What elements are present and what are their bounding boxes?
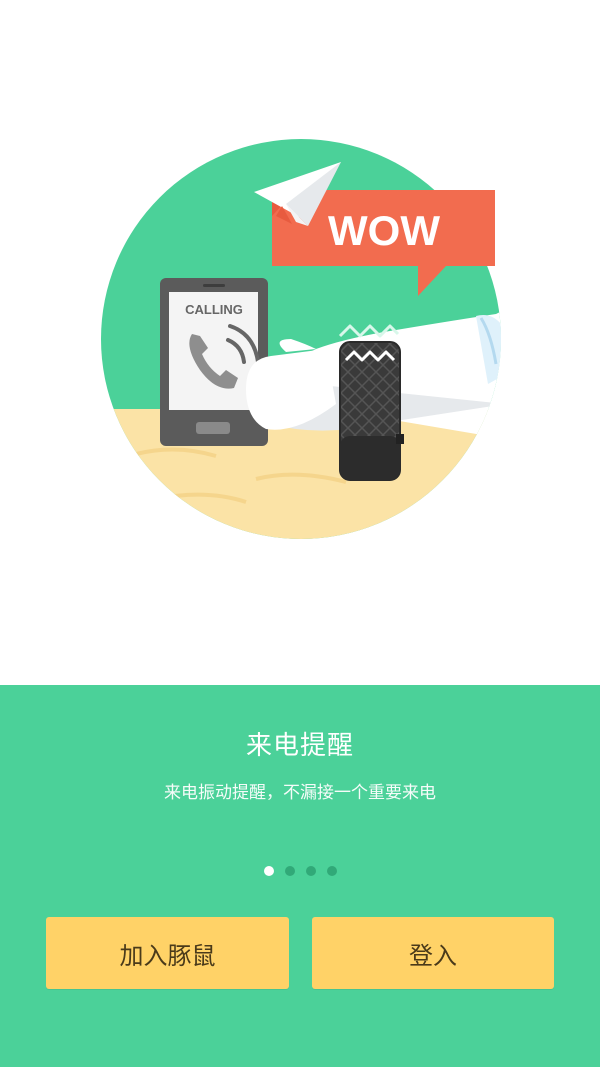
feature-description: 来电振动提醒，不漏接一个重要来电 xyxy=(164,783,436,803)
join-button[interactable]: 加入豚鼠 xyxy=(46,917,289,989)
wow-text: WOW xyxy=(328,207,440,254)
page-indicator[interactable] xyxy=(0,866,600,876)
wristband-graphic xyxy=(338,324,404,481)
phone-graphic: CALLING xyxy=(160,278,268,446)
page-dot-1[interactable] xyxy=(263,866,274,876)
phone-screen-text: CALLING xyxy=(185,302,243,317)
page-dot-2[interactable] xyxy=(284,866,295,876)
page-dot-3[interactable] xyxy=(305,866,316,876)
onboarding-panel: 来电提醒 来电振动提醒，不漏接一个重要来电 加入豚鼠 登入 xyxy=(0,685,600,1067)
feature-title: 来电提醒 xyxy=(245,731,354,761)
page-dot-4[interactable] xyxy=(326,866,337,876)
join-button-label: 加入豚鼠 xyxy=(119,941,216,970)
call-alert-illustration: CALLING WOW xyxy=(101,139,501,539)
login-button-label: 登入 xyxy=(409,941,457,970)
hero-area: CALLING WOW xyxy=(0,0,600,685)
login-button[interactable]: 登入 xyxy=(312,917,554,989)
